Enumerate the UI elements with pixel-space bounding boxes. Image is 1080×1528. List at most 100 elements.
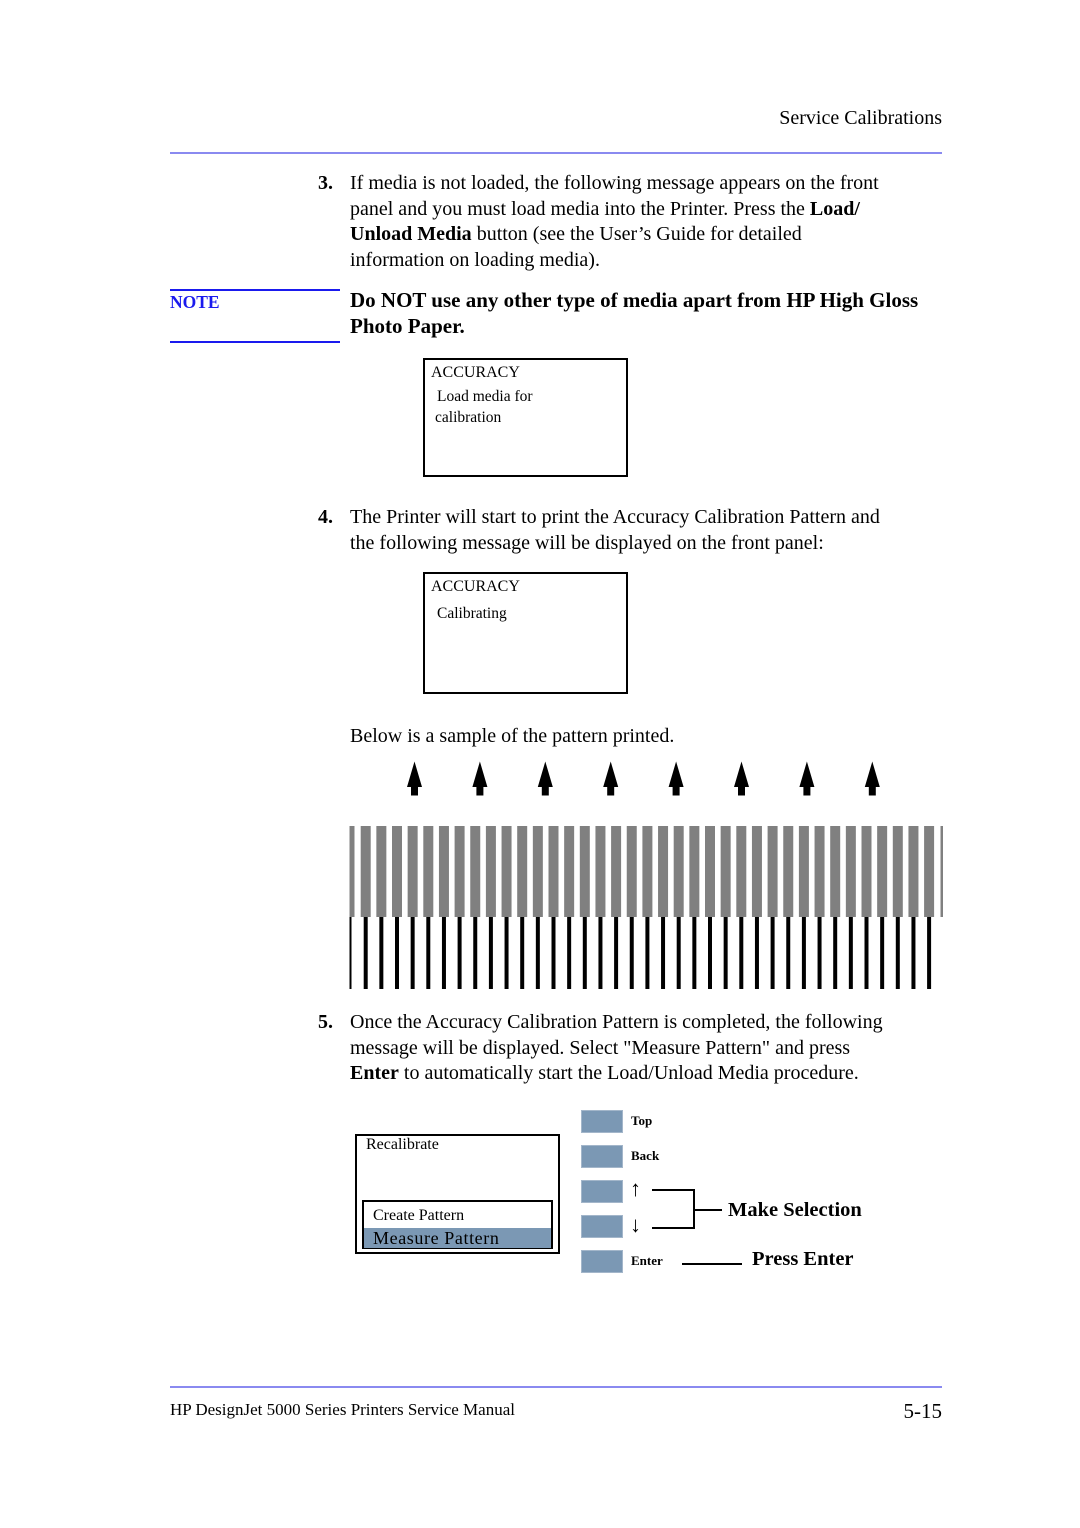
gray-bar [579, 826, 590, 917]
display-line: Calibrating [437, 605, 507, 622]
up-arrow-marker [603, 761, 619, 796]
gray-bar [611, 826, 622, 917]
black-line [817, 917, 822, 989]
text-segment: If media is not loaded, the following me… [350, 172, 879, 194]
gray-bar [392, 826, 402, 917]
gray-bar [658, 826, 669, 917]
text-line: Unload Media button (see the User’s Guid… [350, 222, 879, 248]
gray-bar [720, 826, 731, 917]
text-segment: message will be displayed. Select "Measu… [350, 1036, 851, 1059]
top-key [581, 1110, 623, 1133]
display-message: Calibrating [435, 603, 507, 624]
black-line [473, 917, 478, 989]
black-line [911, 917, 916, 989]
gray-bar [892, 826, 903, 917]
text-segment: information on loading media). [350, 248, 600, 271]
gray-bar [501, 826, 512, 917]
text-line: Below is a sample of the pattern printed… [350, 725, 675, 747]
gray-bar [376, 826, 387, 917]
down-key [581, 1215, 623, 1238]
gray-bar [485, 826, 496, 917]
note-top-rule [170, 289, 340, 291]
menu-option-label: Create Pattern [373, 1207, 465, 1224]
black-line [708, 917, 712, 989]
step-4-text: The Printer will start to print the Accu… [350, 505, 880, 556]
up-arrow-marker [799, 761, 815, 796]
black-line [833, 917, 838, 989]
up-key [581, 1180, 623, 1203]
display-line: Load media for [437, 388, 533, 405]
top-key-label: Top [631, 1113, 653, 1128]
gray-bar [548, 826, 559, 917]
menu-option-create-pattern: Create Pattern [364, 1206, 551, 1226]
black-line [786, 917, 791, 989]
black-line [395, 917, 399, 989]
step-number: 5. [318, 1011, 333, 1033]
enter-key [581, 1250, 623, 1273]
black-line [739, 917, 744, 989]
gray-bar [736, 826, 747, 917]
text-segment: panel and you must load media into the P… [350, 197, 810, 220]
black-line [614, 917, 619, 989]
black-line [410, 917, 415, 989]
black-line [801, 917, 806, 989]
gray-bar [564, 826, 575, 917]
black-line [676, 917, 681, 989]
note-text: Do NOT use any other type of media apart… [350, 288, 918, 339]
note-line: Do NOT use any other type of media apart… [350, 288, 919, 312]
gray-bar [423, 826, 434, 917]
gray-bar [877, 826, 888, 917]
gray-bar [908, 826, 919, 917]
text-line: The Printer will start to print the Accu… [350, 506, 880, 528]
bracket-line-top [652, 1189, 695, 1191]
black-line [770, 917, 775, 989]
black-line [895, 917, 900, 989]
menu-title: Recalibrate [366, 1136, 439, 1153]
up-arrow-marker [864, 761, 880, 796]
gray-bar [470, 826, 481, 917]
black-line [551, 917, 556, 989]
step-number: 4. [318, 506, 333, 528]
text-line: Once the Accuracy Calibration Pattern is… [350, 1010, 883, 1036]
gray-bar [751, 826, 762, 917]
front-panel-display-calibrating: ACCURACY Calibrating [423, 572, 628, 694]
gray-bar [861, 826, 872, 917]
back-key [581, 1145, 623, 1168]
gray-bar [924, 826, 935, 917]
black-line [567, 917, 572, 989]
gray-bar [532, 826, 543, 917]
up-arrow-icon: ↑ [630, 1176, 641, 1201]
black-line [927, 917, 932, 989]
front-panel-display-load-media: ACCURACY Load media for calibration [423, 358, 628, 477]
menu-option-label: Measure Pattern [373, 1228, 500, 1248]
note-bottom-rule [170, 341, 340, 343]
text-segment: Once the Accuracy Calibration Pattern is… [350, 1011, 883, 1033]
up-arrow-marker [472, 761, 488, 796]
gray-bar [407, 826, 418, 917]
black-line [426, 917, 431, 989]
header-rule [170, 152, 942, 154]
bracket-line-pointer [694, 1209, 722, 1211]
black-line [629, 917, 634, 989]
black-line [379, 917, 384, 989]
bold-text-segment: Load/ [809, 197, 860, 220]
up-arrow-marker [537, 761, 553, 796]
text-segment: to automatically start the Load/Unload M… [398, 1062, 859, 1084]
note-line: Photo Paper. [350, 313, 465, 338]
bracket-line-bottom [652, 1227, 695, 1229]
make-selection-callout: Make Selection [728, 1199, 862, 1221]
gray-bar [705, 826, 715, 917]
gray-bar [595, 826, 606, 917]
gray-bar [454, 826, 465, 917]
black-line [582, 917, 587, 989]
gray-bar [798, 826, 809, 917]
black-line [723, 917, 728, 989]
black-line [363, 917, 368, 989]
gray-bar [438, 826, 449, 917]
text-line: panel and you must load media into the P… [350, 197, 879, 223]
menu-option-measure-pattern-selected: Measure Pattern [364, 1228, 551, 1248]
text-line: If media is not loaded, the following me… [350, 171, 879, 197]
gray-bar-partial [940, 826, 943, 917]
bold-text-segment: Unload Media [350, 223, 472, 245]
black-line [598, 917, 603, 989]
